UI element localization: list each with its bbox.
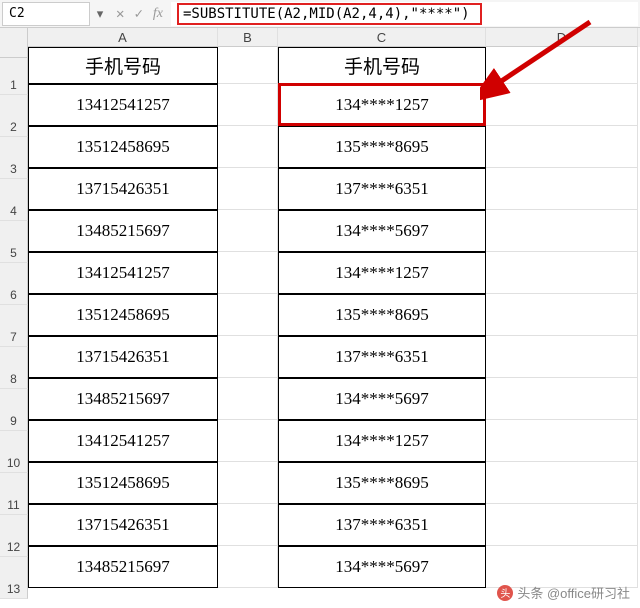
row-header-7[interactable]: 7: [0, 305, 28, 347]
cell-A2[interactable]: 13412541257: [28, 84, 218, 126]
cell-C1[interactable]: 手机号码: [278, 47, 486, 84]
cell-B5[interactable]: [218, 210, 278, 252]
cell-B12[interactable]: [218, 504, 278, 546]
name-box[interactable]: C2: [2, 2, 90, 26]
cell-D7[interactable]: [486, 294, 638, 336]
cell-D8[interactable]: [486, 336, 638, 378]
col-header-B[interactable]: B: [218, 28, 278, 47]
formula-bar: C2 ▾ ✕ ✓ fx =SUBSTITUTE(A2,MID(A2,4,4),"…: [0, 0, 640, 28]
cell-C8[interactable]: 137****6351: [278, 336, 486, 378]
row-header-5[interactable]: 5: [0, 221, 28, 263]
cell-D4[interactable]: [486, 168, 638, 210]
cell-B10[interactable]: [218, 420, 278, 462]
cell-D6[interactable]: [486, 252, 638, 294]
watermark-text: 头条 @office研习社: [517, 583, 630, 602]
row-header-10[interactable]: 10: [0, 431, 28, 473]
col-header-C[interactable]: C: [278, 28, 486, 47]
col-header-A[interactable]: A: [28, 28, 218, 47]
cell-B7[interactable]: [218, 294, 278, 336]
cell-A10[interactable]: 13412541257: [28, 420, 218, 462]
cell-C2[interactable]: 134****1257: [278, 84, 486, 126]
cell-D10[interactable]: [486, 420, 638, 462]
cell-A5[interactable]: 13485215697: [28, 210, 218, 252]
fx-icon[interactable]: fx: [153, 6, 163, 22]
cell-B13[interactable]: [218, 546, 278, 588]
cell-B2[interactable]: [218, 84, 278, 126]
cell-A1[interactable]: 手机号码: [28, 47, 218, 84]
cell-B1[interactable]: [218, 47, 278, 84]
formula-input[interactable]: =SUBSTITUTE(A2,MID(A2,4,4),"****"): [171, 2, 638, 26]
cell-D12[interactable]: [486, 504, 638, 546]
cell-D2[interactable]: [486, 84, 638, 126]
cell-C5[interactable]: 134****5697: [278, 210, 486, 252]
cell-C3[interactable]: 135****8695: [278, 126, 486, 168]
column-headers: A B C D: [28, 28, 640, 47]
row-header-3[interactable]: 3: [0, 137, 28, 179]
cell-B4[interactable]: [218, 168, 278, 210]
cell-D9[interactable]: [486, 378, 638, 420]
name-box-dropdown[interactable]: ▾: [92, 6, 108, 22]
cell-A13[interactable]: 13485215697: [28, 546, 218, 588]
cell-A11[interactable]: 13512458695: [28, 462, 218, 504]
row-header-4[interactable]: 4: [0, 179, 28, 221]
cell-C6[interactable]: 134****1257: [278, 252, 486, 294]
cell-A8[interactable]: 13715426351: [28, 336, 218, 378]
cell-C7[interactable]: 135****8695: [278, 294, 486, 336]
cell-D5[interactable]: [486, 210, 638, 252]
cell-D11[interactable]: [486, 462, 638, 504]
cell-B9[interactable]: [218, 378, 278, 420]
cell-A9[interactable]: 13485215697: [28, 378, 218, 420]
cell-D13[interactable]: [486, 546, 638, 588]
cell-D1[interactable]: [486, 47, 638, 84]
grid-area: A B C D 手机号码 手机号码 13412541257 134****1257…: [28, 28, 640, 588]
row-header-13[interactable]: 13: [0, 557, 28, 599]
cell-A3[interactable]: 13512458695: [28, 126, 218, 168]
watermark: 头 头条 @office研习社: [497, 583, 630, 602]
row-header-1[interactable]: 1: [0, 58, 28, 95]
grid-body: 手机号码 手机号码 13412541257 134****1257 1351245…: [28, 47, 640, 588]
cell-B6[interactable]: [218, 252, 278, 294]
watermark-icon: 头: [497, 585, 513, 601]
cell-A4[interactable]: 13715426351: [28, 168, 218, 210]
row-header-9[interactable]: 9: [0, 389, 28, 431]
row-header-2[interactable]: 2: [0, 95, 28, 137]
col-header-D[interactable]: D: [486, 28, 638, 47]
cell-B3[interactable]: [218, 126, 278, 168]
formula-bar-buttons: ✕ ✓ fx: [108, 6, 171, 22]
cell-C12[interactable]: 137****6351: [278, 504, 486, 546]
cell-C4[interactable]: 137****6351: [278, 168, 486, 210]
row-header-6[interactable]: 6: [0, 263, 28, 305]
row-header-12[interactable]: 12: [0, 515, 28, 557]
row-header-8[interactable]: 8: [0, 347, 28, 389]
cell-C11[interactable]: 135****8695: [278, 462, 486, 504]
cell-C13[interactable]: 134****5697: [278, 546, 486, 588]
cell-A12[interactable]: 13715426351: [28, 504, 218, 546]
cell-B8[interactable]: [218, 336, 278, 378]
select-all-corner[interactable]: [0, 28, 28, 58]
cancel-icon[interactable]: ✕: [116, 6, 124, 22]
cell-C9[interactable]: 134****5697: [278, 378, 486, 420]
spreadsheet: 1 2 3 4 5 6 7 8 9 10 11 12 13 A B C D 手机…: [0, 28, 640, 588]
cell-C10[interactable]: 134****1257: [278, 420, 486, 462]
formula-text: =SUBSTITUTE(A2,MID(A2,4,4),"****"): [177, 3, 482, 25]
check-icon[interactable]: ✓: [134, 6, 142, 22]
row-header-11[interactable]: 11: [0, 473, 28, 515]
cell-D3[interactable]: [486, 126, 638, 168]
cell-A7[interactable]: 13512458695: [28, 294, 218, 336]
cell-A6[interactable]: 13412541257: [28, 252, 218, 294]
row-header-column: 1 2 3 4 5 6 7 8 9 10 11 12 13: [0, 28, 28, 588]
cell-B11[interactable]: [218, 462, 278, 504]
